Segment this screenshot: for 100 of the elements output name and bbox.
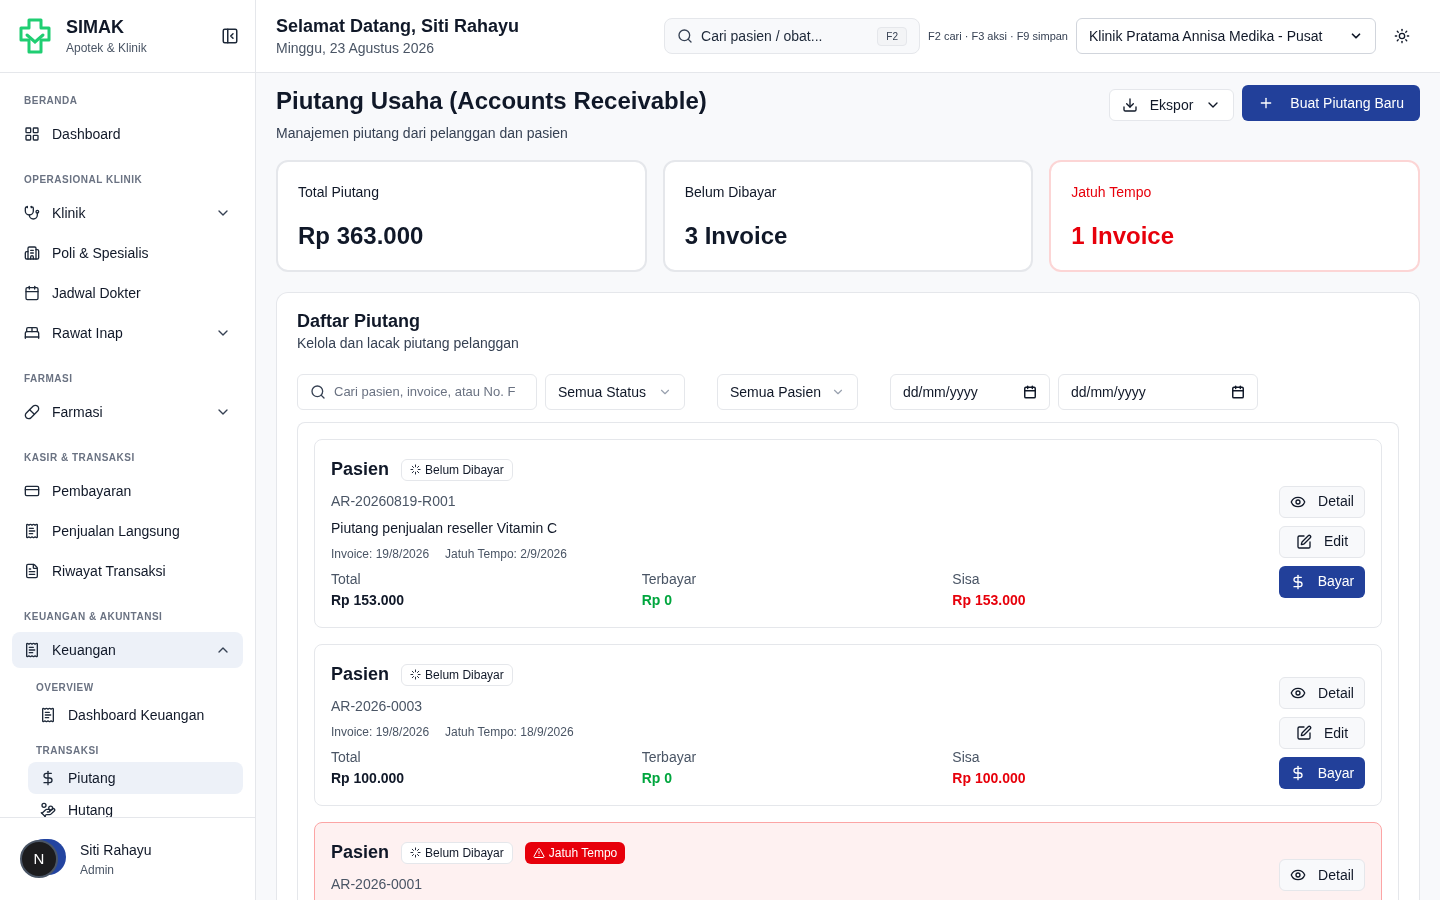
list-search-field[interactable]: Cari pasien, invoice, atau No. F xyxy=(297,374,537,410)
stethoscope-icon xyxy=(24,205,40,221)
amount-label: Sisa xyxy=(952,748,981,767)
sidebar-item[interactable]: Jadwal Dokter xyxy=(12,275,243,311)
calendar-icon xyxy=(24,285,40,301)
section-label: OPERASIONAL KLINIK xyxy=(23,173,144,187)
sidebar-item[interactable]: Farmasi xyxy=(12,394,243,430)
sidebar-item[interactable]: Klinik xyxy=(12,195,243,231)
current-date: Minggu, 23 Agustus 2026 xyxy=(276,38,435,58)
sidebar-item[interactable]: Penjualan Langsung xyxy=(12,513,243,549)
stat-label: Belum Dibayar xyxy=(684,183,778,202)
date-field[interactable]: dd/mm/yyyy xyxy=(890,374,1050,410)
amount-label: Terbayar xyxy=(641,570,698,589)
amount-value: Rp 100.000 xyxy=(952,769,1027,788)
amount-label: Total xyxy=(331,748,362,767)
status-filter[interactable]: Semua Status xyxy=(545,374,685,410)
overdue-badge: Jatuh Tempo xyxy=(524,841,626,864)
amount-value: Rp 100.000 xyxy=(331,769,406,788)
sidebar-item[interactable]: Rawat Inap xyxy=(12,315,243,351)
panel-title: Daftar Piutang xyxy=(297,310,421,333)
receipt-icon xyxy=(40,707,56,723)
keyboard-hints: F2 cari · F3 aksi · F9 simpan xyxy=(928,28,1068,44)
receipt-icon xyxy=(24,523,40,539)
bed-icon xyxy=(24,325,40,341)
warning-icon xyxy=(532,846,545,859)
credit-card-icon xyxy=(24,483,40,499)
user-role: Admin xyxy=(80,861,115,879)
list-search-input[interactable]: Cari pasien, invoice, atau No. F xyxy=(334,382,524,402)
calendar-icon xyxy=(1023,385,1037,399)
dollar-icon xyxy=(40,770,56,786)
amount-label: Sisa xyxy=(952,570,981,589)
collapse-sidebar-icon[interactable] xyxy=(221,27,239,45)
sidebar-item[interactable]: Keuangan xyxy=(12,632,243,668)
stat-value: 1 Invoice xyxy=(1071,221,1176,251)
customer-name: Pasien xyxy=(331,663,390,686)
pay-button[interactable]: Bayar xyxy=(1279,757,1365,789)
clinic-select[interactable]: Klinik Pratama Annisa Medika - Pusat xyxy=(1076,18,1376,54)
user-name: Siti Rahayu xyxy=(80,840,152,860)
avatar[interactable]: N xyxy=(20,840,58,878)
export-button[interactable]: Ekspor xyxy=(1108,89,1235,121)
eye-icon xyxy=(1290,685,1307,701)
amount-value: Rp 153.000 xyxy=(331,591,406,610)
section-label: FARMASI xyxy=(23,372,74,386)
greeting: Selamat Datang, Siti Rahayu xyxy=(276,14,521,38)
edit-icon xyxy=(1295,725,1312,741)
stat-label: Jatuh Tempo xyxy=(1071,183,1153,202)
dashboard-icon xyxy=(24,126,40,142)
page-subtitle: Manajemen piutang dari pelanggan dan pasien xyxy=(276,124,569,143)
section-label: TRANSAKSI xyxy=(35,744,100,758)
edit-button[interactable]: Edit xyxy=(1279,717,1365,749)
sidebar-item[interactable]: Dashboard Keuangan xyxy=(28,699,243,731)
invoice-date: Invoice: 19/8/2026 xyxy=(331,546,430,563)
building-icon xyxy=(24,245,40,261)
app-name: SIMAK xyxy=(66,16,125,39)
pill-icon xyxy=(24,404,40,420)
download-icon xyxy=(1121,97,1138,113)
pending-icon xyxy=(410,464,422,475)
app-tagline: Apotek & Klinik xyxy=(66,40,148,57)
global-search-field[interactable]: Cari pasien / obat... F2 xyxy=(664,18,920,54)
stat-label: Total Piutang xyxy=(298,183,380,202)
panel-subtitle: Kelola dan lacak piutang pelanggan xyxy=(297,334,520,353)
invoice-date: Invoice: 19/8/2026 xyxy=(331,724,430,741)
global-search-input[interactable]: Cari pasien / obat... xyxy=(701,25,870,47)
detail-button[interactable]: Detail xyxy=(1279,859,1365,891)
document-icon xyxy=(24,563,40,579)
shortcut-key: F2 xyxy=(877,26,907,46)
amount-label: Terbayar xyxy=(641,748,698,767)
stat-value: Rp 363.000 xyxy=(298,221,425,251)
section-label: KEUANGAN & AKUNTANSI xyxy=(23,610,164,624)
detail-button[interactable]: Detail xyxy=(1279,485,1365,518)
sidebar-item[interactable]: Riwayat Transaksi xyxy=(12,553,243,589)
create-button[interactable]: Buat Piutang Baru xyxy=(1242,85,1420,121)
sidebar-item[interactable]: Hutang xyxy=(28,794,243,817)
customer-name: Pasien xyxy=(331,841,390,864)
receipt-icon xyxy=(24,642,40,658)
section-label: OVERVIEW xyxy=(35,681,95,695)
receivable-number: AR-20260819-R001 xyxy=(331,492,457,511)
date-field[interactable]: dd/mm/yyyy xyxy=(1058,374,1258,410)
sidebar-item[interactable]: Piutang xyxy=(28,762,243,794)
edit-button[interactable]: Edit xyxy=(1279,525,1365,558)
status-badge: Belum Dibayar xyxy=(401,663,513,686)
pay-button[interactable]: Bayar xyxy=(1279,565,1365,598)
due-date: Jatuh Tempo: 18/9/2026 xyxy=(445,724,574,741)
status-badge: Belum Dibayar xyxy=(401,458,513,481)
customer-name: Pasien xyxy=(331,458,390,481)
sidebar-item[interactable]: Dashboard xyxy=(12,116,243,152)
page-title: Piutang Usaha (Accounts Receivable) xyxy=(276,86,708,116)
stat-value: 3 Invoice xyxy=(684,221,789,251)
patient-filter[interactable]: Semua Pasien xyxy=(717,374,858,410)
sun-icon xyxy=(1394,28,1410,44)
detail-button[interactable]: Detail xyxy=(1279,677,1365,709)
sidebar-item[interactable]: Poli & Spesialis xyxy=(12,235,243,271)
eye-icon xyxy=(1290,867,1307,883)
amount-value: Rp 0 xyxy=(641,769,673,788)
pending-icon xyxy=(410,669,422,680)
calendar-icon xyxy=(1231,385,1245,399)
receivable-number: AR-2026-0001 xyxy=(331,875,424,894)
search-icon xyxy=(310,384,326,400)
section-label: KASIR & TRANSAKSI xyxy=(23,451,136,465)
sidebar-item[interactable]: Pembayaran xyxy=(12,473,243,509)
